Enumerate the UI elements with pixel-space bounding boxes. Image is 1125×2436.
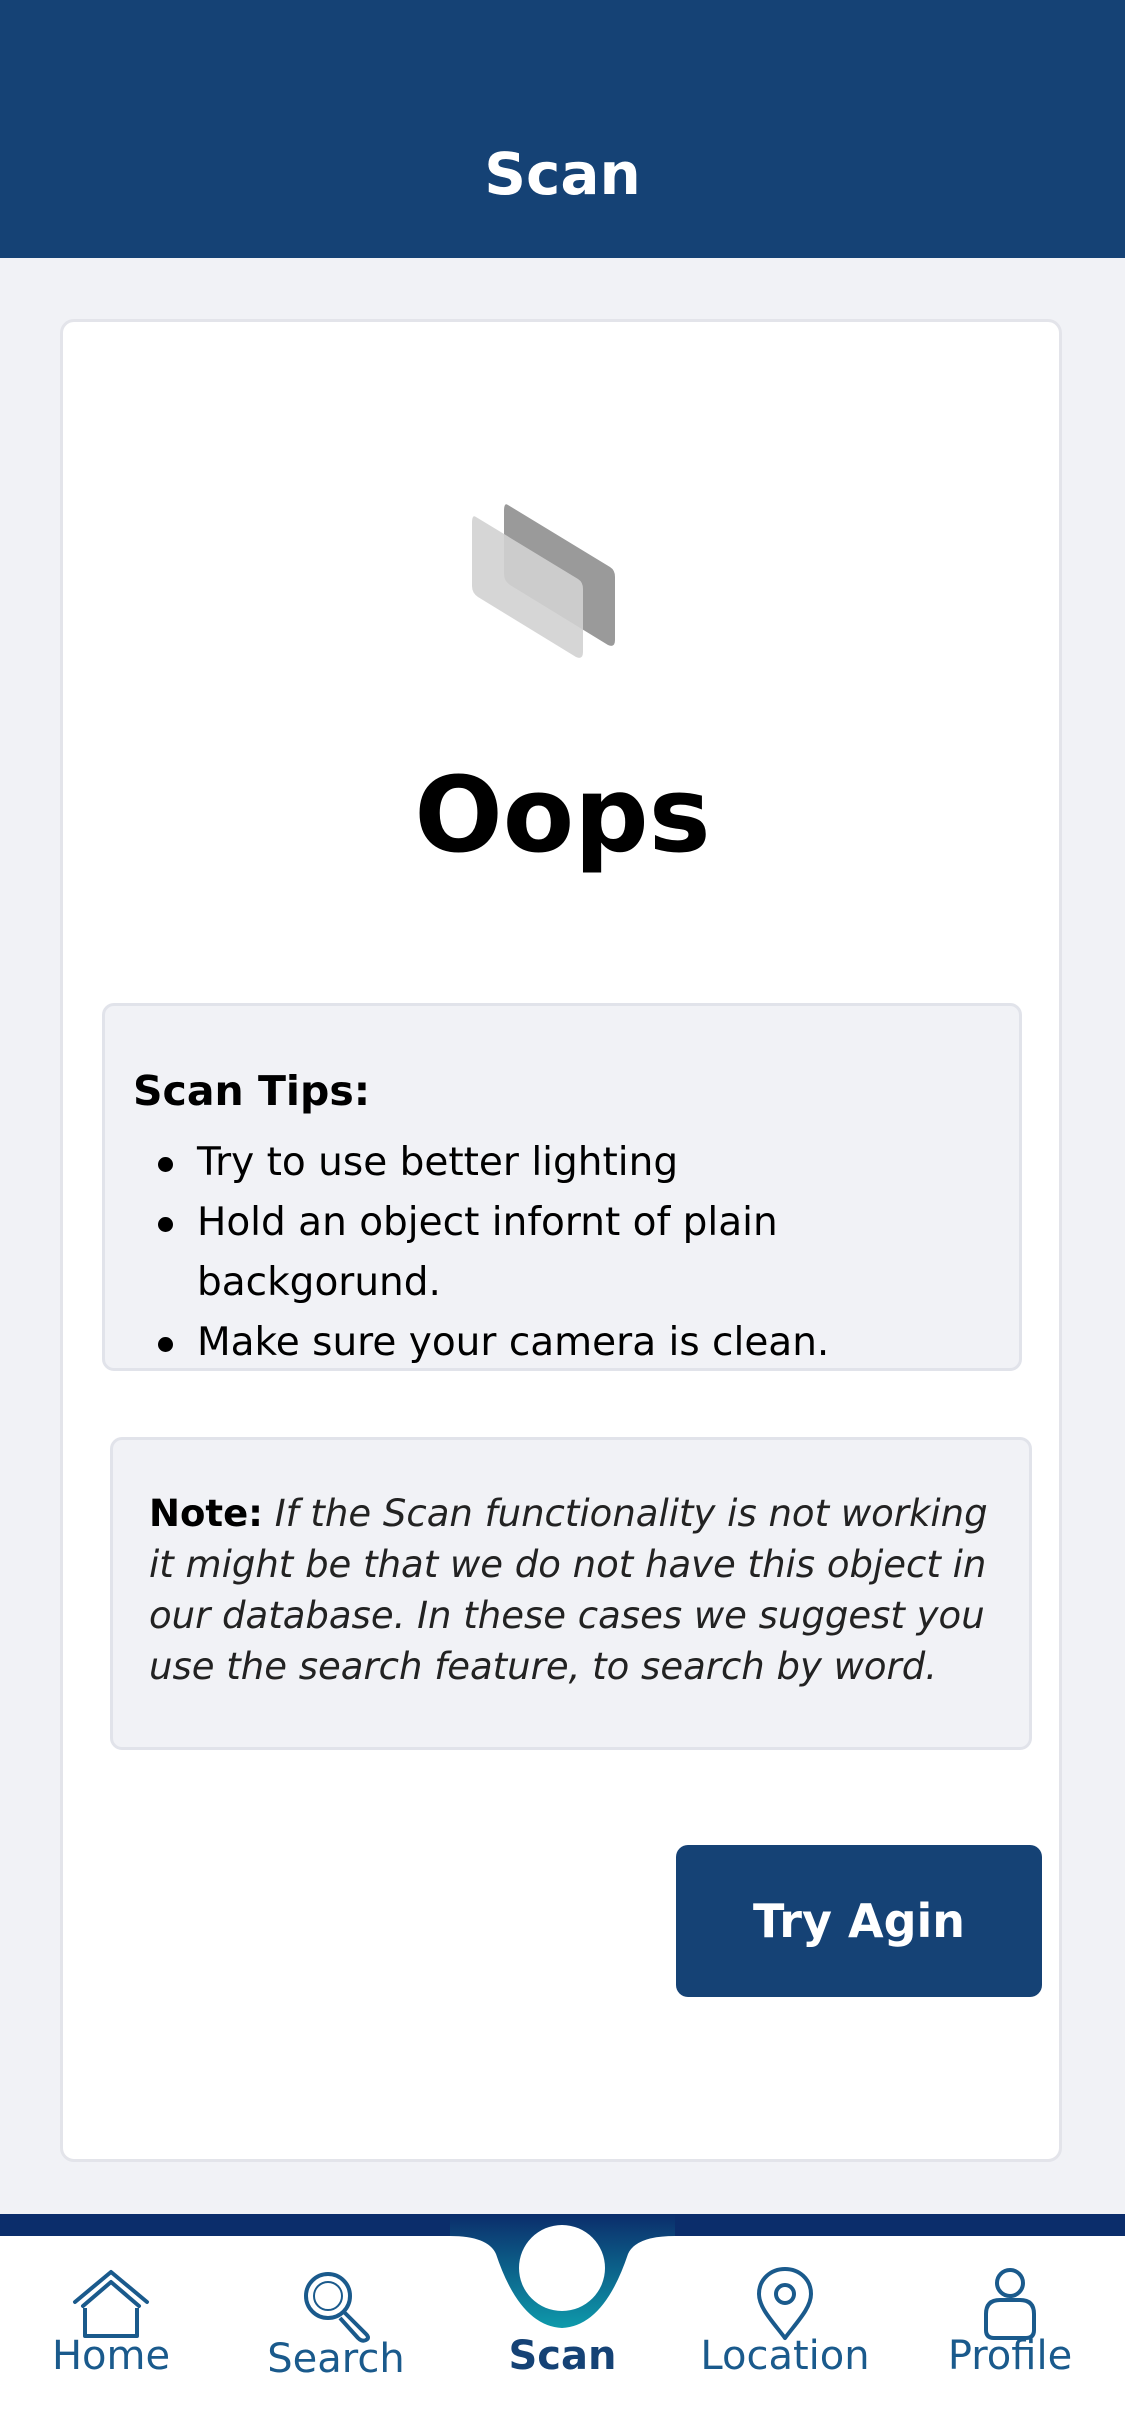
- bottom-tab-bar: Home Search Scan Location Profile: [0, 2236, 1125, 2436]
- note-text: If the Scan functionality is not working…: [149, 1492, 988, 1688]
- scan-tip-item: Try to use better lighting: [133, 1133, 1019, 1193]
- note-box: Note: If the Scan functionality is not w…: [110, 1437, 1032, 1750]
- tab-search[interactable]: Search: [222, 2236, 450, 2436]
- tab-label: Scan: [508, 2333, 617, 2379]
- page-title: Scan: [484, 140, 641, 208]
- header-bar: Scan: [0, 0, 1125, 258]
- note-label: Note:: [149, 1492, 263, 1535]
- tab-scan[interactable]: Scan: [450, 2236, 675, 2436]
- tab-home[interactable]: Home: [0, 2236, 222, 2436]
- tabbar-top-strip: [0, 2214, 1125, 2236]
- tab-profile[interactable]: Profile: [895, 2236, 1125, 2436]
- tab-label: Search: [267, 2336, 405, 2382]
- scan-tips-title: Scan Tips:: [133, 1067, 371, 1115]
- scan-tip-item: Make sure your camera is clean.: [133, 1313, 1019, 1373]
- tab-location[interactable]: Location: [675, 2236, 895, 2436]
- tab-label: Location: [700, 2333, 870, 2379]
- scan-tips-list: Try to use better lighting Hold an objec…: [133, 1133, 1019, 1373]
- scan-tip-item: Hold an object infornt of plain backgoru…: [133, 1193, 1019, 1313]
- error-heading: Oops: [414, 754, 711, 876]
- try-again-button[interactable]: Try Agin: [676, 1845, 1042, 1997]
- tab-label: Home: [51, 2333, 171, 2379]
- stacked-cards-icon: [470, 485, 620, 665]
- tab-label: Profile: [947, 2333, 1073, 2379]
- scan-tips-box: Scan Tips: Try to use better lighting Ho…: [102, 1003, 1022, 1371]
